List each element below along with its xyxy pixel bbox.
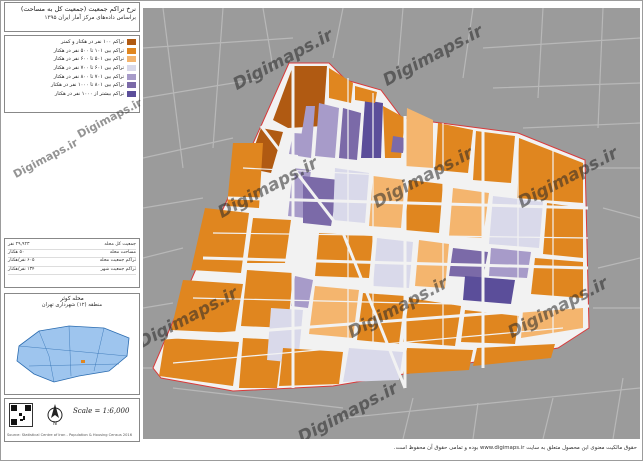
stat-label: مساحت محله bbox=[109, 250, 136, 256]
location-inset: محله کوثر منطقه (۱۲) شهرداری تهران bbox=[4, 293, 140, 395]
legend-label: تراکم بین ۱۰۱ تا ۵۰۰ نفر در هکتار bbox=[53, 47, 124, 54]
legend-label: تراکم بین ۷۰۱ تا ۸۰۰ نفر در هکتار bbox=[53, 73, 124, 80]
location-subtitle: منطقه (۱۲) شهرداری تهران bbox=[41, 302, 103, 308]
statistics-table: جمعیت کل محله ۲۹,۹۲۳ نفر مساحت محله ۵۰ هکت… bbox=[4, 238, 140, 288]
location-marker bbox=[81, 360, 85, 363]
legend-item: تراکم بین ۶۰۱ تا ۷۰۰ نفر در هکتار bbox=[8, 64, 136, 73]
legend-swatch bbox=[127, 73, 136, 80]
legend-item: تراکم بین ۱۰۱ تا ۵۰۰ نفر در هکتار bbox=[8, 47, 136, 56]
stat-row: تراکم جمعیت محله ۶۰۵ نفر/هکتار bbox=[8, 258, 136, 267]
stat-value: ۶۰۵ نفر/هکتار bbox=[8, 258, 35, 264]
map-title-box: نرخ تراکم جمعیت (جمعیت کل به مساحت) براس… bbox=[4, 2, 140, 32]
legend-label: تراکم بین ۵۰۱ تا ۶۰۰ نفر در هکتار bbox=[53, 56, 124, 63]
north-label: N bbox=[53, 421, 57, 426]
tehran-inset-map bbox=[16, 325, 130, 383]
scale-text: Scale = 1:6,000 bbox=[73, 407, 130, 415]
legend-swatch bbox=[127, 65, 136, 72]
copyright-note: حقوق مالکیت معنوی این محصول متعلق به سای… bbox=[393, 445, 637, 451]
legend-item: تراکم بین ۵۰۱ تا ۶۰۰ نفر در هکتار bbox=[8, 55, 136, 64]
legend-label: تراکم ۱۰۰ نفر در هکتار و کمتر bbox=[61, 39, 124, 46]
source-footnote: Source: Statistical Centre of Iran - Pop… bbox=[7, 433, 132, 437]
legend-swatch bbox=[127, 47, 136, 54]
north-arrow-icon: N bbox=[47, 404, 63, 426]
legend-item: تراکم بین ۷۰۱ تا ۸۰۰ نفر در هکتار bbox=[8, 72, 136, 81]
stat-row: تراکم جمعیت شهر ۱۳۴ نفر/هکتار bbox=[8, 267, 136, 275]
legend-label: تراکم بین ۸۰۱ تا ۱۰۰۰ نفر در هکتار bbox=[51, 82, 124, 89]
map-canvas[interactable]: Digimaps.ir Digimaps.ir Digimaps.ir Digi… bbox=[143, 8, 640, 439]
side-panel: نرخ تراکم جمعیت (جمعیت کل به مساحت) براس… bbox=[4, 2, 144, 454]
legend-swatch bbox=[127, 39, 136, 46]
stat-row: جمعیت کل محله ۲۹,۹۲۳ نفر bbox=[8, 242, 136, 251]
stat-value: ۲۹,۹۲۳ نفر bbox=[8, 242, 30, 247]
legend-item: تراکم بیشتر از ۱۰۰۰ نفر در هکتار bbox=[8, 90, 136, 99]
map-footer: N Scale = 1:6,000 Source: Statistical Ce… bbox=[4, 398, 140, 442]
map-subtitle: براساس داده‌های مرکز آمار ایران ۱۳۹۵ bbox=[44, 15, 137, 21]
stat-value: ۵۰ هکتار bbox=[8, 250, 25, 256]
watermark: Digimaps.ir bbox=[11, 136, 81, 181]
legend: تراکم ۱۰۰ نفر در هکتار و کمتر تراکم بین … bbox=[4, 35, 140, 113]
legend-swatch bbox=[127, 90, 136, 97]
qr-code-icon bbox=[9, 403, 33, 427]
legend-label: تراکم بین ۶۰۱ تا ۷۰۰ نفر در هکتار bbox=[53, 65, 124, 72]
stat-label: تراکم جمعیت شهر bbox=[100, 266, 136, 272]
legend-swatch bbox=[127, 82, 136, 89]
legend-label: تراکم بیشتر از ۱۰۰۰ نفر در هکتار bbox=[54, 90, 124, 97]
stat-label: جمعیت کل محله bbox=[104, 242, 136, 247]
stat-value: ۱۳۴ نفر/هکتار bbox=[8, 266, 35, 272]
legend-item: تراکم ۱۰۰ نفر در هکتار و کمتر bbox=[8, 38, 136, 47]
legend-item: تراکم بین ۸۰۱ تا ۱۰۰۰ نفر در هکتار bbox=[8, 81, 136, 90]
stat-label: تراکم جمعیت محله bbox=[99, 258, 136, 264]
legend-swatch bbox=[127, 56, 136, 63]
map-title: نرخ تراکم جمعیت (جمعیت کل به مساحت) bbox=[20, 5, 136, 13]
